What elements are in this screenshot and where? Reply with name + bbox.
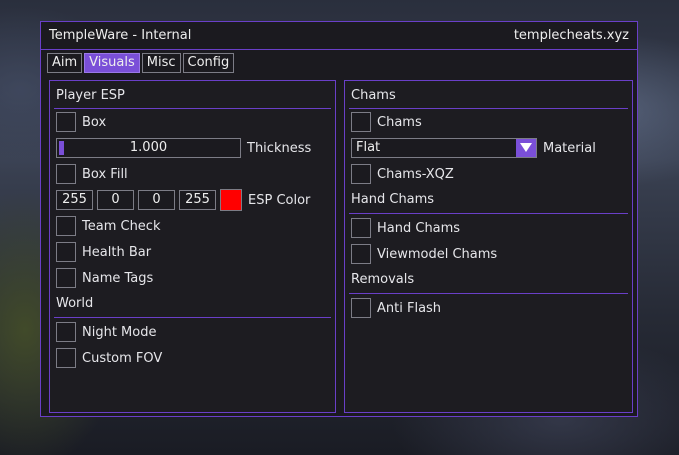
night-mode-row: Night Mode [56,321,156,343]
viewmodel-chams-checkbox[interactable] [351,244,371,264]
custom-fov-row: Custom FOV [56,347,162,369]
esp-color-row: 255 0 0 255 ESP Color [56,189,310,211]
anti-flash-checkbox[interactable] [351,298,371,318]
team-check-checkbox[interactable] [56,216,76,236]
section-chams: Chams [351,88,396,103]
thickness-slider[interactable]: 1.000 [56,138,241,158]
section-world: World [56,296,94,311]
health-bar-row: Health Bar [56,241,151,263]
tab-aim[interactable]: Aim [47,53,83,73]
esp-color-label: ESP Color [248,192,311,208]
hand-chams-row: Hand Chams [351,217,460,239]
title-bar[interactable]: TempleWare - Internal templecheats.xyz [41,22,637,50]
box-fill-label: Box Fill [82,166,128,182]
site-label: templecheats.xyz [513,28,629,43]
section-divider [54,317,331,318]
thickness-row: 1.000 Thickness [56,137,311,159]
esp-color-a-input[interactable]: 255 [179,190,216,210]
section-removals: Removals [351,272,415,287]
name-tags-checkbox[interactable] [56,268,76,288]
night-mode-checkbox[interactable] [56,322,76,342]
esp-color-b-input[interactable]: 0 [138,190,175,210]
viewmodel-chams-row: Viewmodel Chams [351,243,497,265]
material-dropdown[interactable]: Flat [351,138,537,158]
tab-visuals[interactable]: Visuals [84,53,140,73]
section-hand-chams: Hand Chams [351,192,435,207]
chams-xqz-label: Chams-XQZ [377,166,454,182]
section-player-esp: Player ESP [56,88,125,103]
esp-color-swatch[interactable] [220,189,242,211]
anti-flash-row: Anti Flash [351,297,441,319]
section-divider [349,108,628,109]
box-row: Box [56,111,106,133]
material-label: Material [543,140,596,156]
custom-fov-label: Custom FOV [82,350,163,366]
hand-chams-label: Hand Chams [377,220,461,236]
custom-fov-checkbox[interactable] [56,348,76,368]
box-label: Box [82,114,107,130]
chams-label: Chams [377,114,422,130]
esp-color-g-input[interactable]: 0 [97,190,134,210]
chevron-down-icon[interactable] [516,139,536,157]
tab-bar: Aim Visuals Misc Config [47,53,235,73]
tab-config[interactable]: Config [182,53,235,73]
chams-checkbox[interactable] [351,112,371,132]
thickness-value: 1.000 [129,140,168,155]
window-title: TempleWare - Internal [49,28,192,43]
cheat-menu-window: TempleWare - Internal templecheats.xyz A… [40,21,638,417]
team-check-label: Team Check [82,218,161,234]
esp-color-r-input[interactable]: 255 [56,190,93,210]
team-check-row: Team Check [56,215,160,237]
box-checkbox[interactable] [56,112,76,132]
anti-flash-label: Anti Flash [377,300,442,316]
viewmodel-chams-label: Viewmodel Chams [377,246,498,262]
tab-misc[interactable]: Misc [141,53,181,73]
chams-xqz-row: Chams-XQZ [351,163,454,185]
section-divider [349,293,628,294]
box-fill-row: Box Fill [56,163,128,185]
hand-chams-checkbox[interactable] [351,218,371,238]
section-divider [349,213,628,214]
section-divider [54,108,331,109]
name-tags-row: Name Tags [56,267,153,289]
name-tags-label: Name Tags [82,270,154,286]
night-mode-label: Night Mode [82,324,157,340]
material-row: Flat Material [351,137,596,159]
thickness-label: Thickness [247,140,312,156]
left-panel: Player ESP Box 1.000 Thickness Box Fill … [49,80,336,413]
chams-xqz-checkbox[interactable] [351,164,371,184]
chams-row: Chams [351,111,422,133]
right-panel: Chams Chams Flat Material Chams-XQZ Hand… [344,80,633,413]
material-value: Flat [356,140,381,155]
health-bar-checkbox[interactable] [56,242,76,262]
box-fill-checkbox[interactable] [56,164,76,184]
health-bar-label: Health Bar [82,244,152,260]
